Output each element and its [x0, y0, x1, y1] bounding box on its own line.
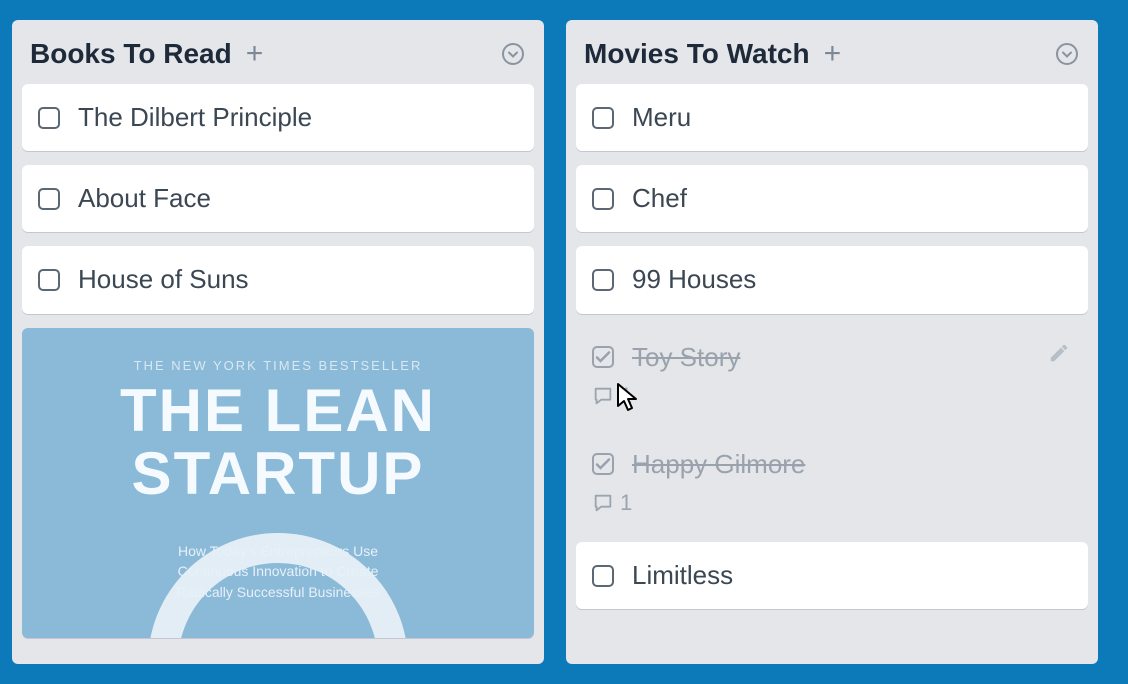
comment-count: 1	[620, 383, 632, 409]
card-badges: 1	[592, 383, 632, 409]
card-badges: 1	[592, 490, 632, 516]
pencil-icon	[1048, 342, 1070, 364]
list-header: Movies To Watch +	[576, 32, 1088, 84]
add-card-button[interactable]: +	[246, 39, 264, 69]
card[interactable]: Limitless	[576, 542, 1088, 609]
list-menu-button[interactable]	[500, 41, 526, 67]
cover-top-line: THE NEW YORK TIMES BESTSELLER	[42, 358, 514, 373]
card[interactable]: Toy Story 1	[576, 328, 1088, 421]
card-title: Limitless	[632, 560, 733, 591]
checkbox-icon[interactable]	[38, 188, 60, 210]
list-header: Books To Read +	[22, 32, 534, 84]
checkbox-icon[interactable]	[592, 107, 614, 129]
checkbox-icon[interactable]	[592, 565, 614, 587]
card-title: Happy Gilmore	[632, 449, 805, 480]
card[interactable]: Chef	[576, 165, 1088, 232]
card[interactable]: The Dilbert Principle	[22, 84, 534, 151]
card-with-cover[interactable]: THE NEW YORK TIMES BESTSELLER THE LEAN S…	[22, 328, 534, 638]
list-menu-button[interactable]	[1054, 41, 1080, 67]
chevron-down-circle-icon	[1055, 42, 1079, 66]
cover-title-line: THE LEAN	[42, 379, 514, 442]
card-title: About Face	[78, 183, 211, 214]
card[interactable]: Happy Gilmore 1	[576, 435, 1088, 528]
card-title: Meru	[632, 102, 691, 133]
card-title: 99 Houses	[632, 264, 756, 295]
card-title: Toy Story	[632, 342, 740, 373]
card[interactable]: About Face	[22, 165, 534, 232]
checkbox-icon[interactable]	[592, 269, 614, 291]
cover-title-line: STARTUP	[42, 442, 514, 505]
cover-tagline: How Today's Entrepreneurs Use Continuous…	[148, 541, 408, 602]
comment-icon	[592, 385, 614, 407]
comment-count: 1	[620, 490, 632, 516]
card[interactable]: Meru	[576, 84, 1088, 151]
checkbox-icon[interactable]	[38, 107, 60, 129]
comment-icon	[592, 492, 614, 514]
list-title[interactable]: Books To Read	[30, 38, 232, 70]
checkbox-checked-icon[interactable]	[592, 453, 614, 475]
card[interactable]: House of Suns	[22, 246, 534, 313]
edit-card-button[interactable]	[1048, 342, 1070, 369]
card-title: House of Suns	[78, 264, 249, 295]
checkbox-icon[interactable]	[592, 188, 614, 210]
checkbox-icon[interactable]	[38, 269, 60, 291]
list-movies: Movies To Watch + Meru Chef 99 Houses To…	[566, 20, 1098, 664]
card[interactable]: 99 Houses	[576, 246, 1088, 313]
list-books: Books To Read + The Dilbert Principle Ab…	[12, 20, 544, 664]
checkbox-checked-icon[interactable]	[592, 346, 614, 368]
chevron-down-circle-icon	[501, 42, 525, 66]
add-card-button[interactable]: +	[824, 39, 842, 69]
list-title[interactable]: Movies To Watch	[584, 38, 810, 70]
card-title: Chef	[632, 183, 687, 214]
card-title: The Dilbert Principle	[78, 102, 312, 133]
